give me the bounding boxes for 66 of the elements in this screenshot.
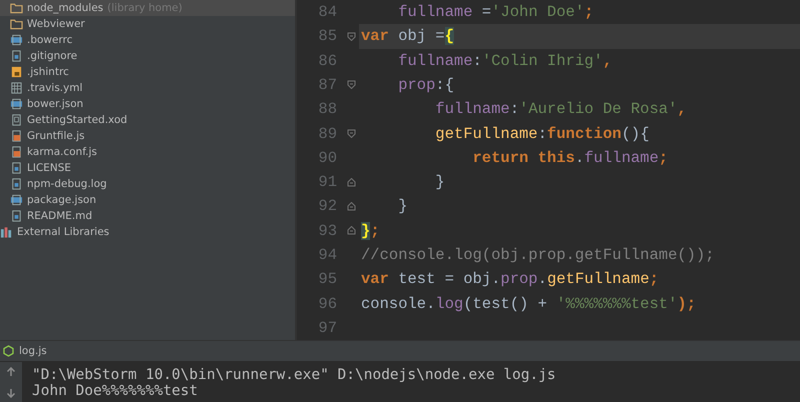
text-file-icon — [10, 162, 23, 174]
js-file-icon — [10, 66, 23, 78]
code-line: getFullname:function(){ — [434, 124, 650, 145]
line-number: 96 — [317, 294, 338, 313]
tree-item[interactable]: Webviewer — [0, 16, 295, 32]
console-output-line: "D:\WebStorm 10.0\bin\runnerw.exe" D:\nodejs\node.exe log.js — [32, 366, 556, 382]
fold-icon[interactable] — [347, 178, 356, 187]
code-line: prop:{ — [397, 74, 456, 96]
fold-icon[interactable] — [347, 202, 356, 211]
console-output-line: John Doe%%%%%%%test — [32, 382, 199, 398]
code-line: fullname:'Aurelio De Rosa', — [434, 99, 688, 120]
line-number: 93 — [317, 222, 338, 240]
tree-item[interactable]: .gitignore — [0, 48, 295, 64]
line-number: 95 — [317, 270, 338, 288]
code-line: console.log(test() + '%%%%%%%test'); — [360, 294, 697, 315]
code-line: //console.log(obj.prop.getFullname()); — [360, 244, 716, 266]
tree-item[interactable]: README.md — [0, 208, 295, 224]
line-number: 86 — [317, 52, 338, 70]
fold-icon[interactable] — [347, 80, 356, 90]
line-number: 87 — [317, 76, 338, 94]
tree-item[interactable]: GettingStarted.xod — [0, 112, 295, 128]
code-line: fullname ='John Doe'; — [397, 2, 595, 24]
folder-icon — [10, 2, 23, 14]
tree-item[interactable]: External Libraries — [0, 224, 295, 240]
tree-item[interactable]: LICENSE — [0, 160, 295, 176]
line-number: 84 — [317, 3, 338, 22]
code-line: var test = obj.prop.getFullname; — [360, 269, 660, 290]
fold-icon[interactable] — [347, 226, 356, 236]
line-number: 88 — [317, 100, 338, 118]
text-file-icon — [10, 178, 23, 190]
code-line: } — [434, 172, 446, 194]
json-file-icon — [10, 98, 23, 110]
tree-item[interactable]: .bowerrc — [0, 32, 295, 48]
fold-icon[interactable] — [347, 129, 356, 138]
tree-item[interactable]: .jshintrc — [0, 64, 295, 80]
line-number: 90 — [317, 148, 338, 167]
up-arrow-icon — [6, 367, 16, 378]
line-number: 85 — [317, 27, 338, 46]
line-number: 97 — [317, 318, 338, 337]
tree-item[interactable]: .travis.yml — [0, 80, 295, 96]
tree-item[interactable]: npm-debug.log — [0, 176, 295, 192]
line-number: 92 — [317, 197, 338, 216]
code-line: }; — [360, 220, 381, 242]
unknown-file-icon — [10, 114, 23, 126]
js-file-icon — [10, 130, 23, 142]
hexagon-icon — [2, 345, 15, 357]
folder-icon — [10, 18, 23, 30]
tree-item[interactable]: Gruntfile.js — [0, 128, 295, 144]
fold-icon[interactable] — [347, 32, 356, 41]
tree-item[interactable]: bower.json — [0, 96, 295, 112]
text-file-icon — [10, 50, 23, 62]
json-file-icon — [10, 34, 23, 46]
table-file-icon — [10, 82, 23, 94]
library-icon — [0, 226, 13, 238]
tree-item[interactable]: package.json — [0, 192, 295, 208]
down-arrow-icon — [6, 388, 16, 398]
code-line: fullname:'Colin Ihrig', — [397, 50, 614, 72]
code-line: return this.fullname; — [472, 148, 669, 169]
tree-item[interactable]: karma.conf.js — [0, 144, 295, 160]
line-number: 94 — [317, 246, 338, 264]
js-file-icon — [10, 146, 23, 158]
line-number: 89 — [317, 124, 338, 143]
json-file-icon — [10, 194, 23, 206]
text-file-icon — [10, 210, 23, 222]
code-line: } — [397, 196, 409, 218]
line-number: 91 — [317, 173, 338, 192]
